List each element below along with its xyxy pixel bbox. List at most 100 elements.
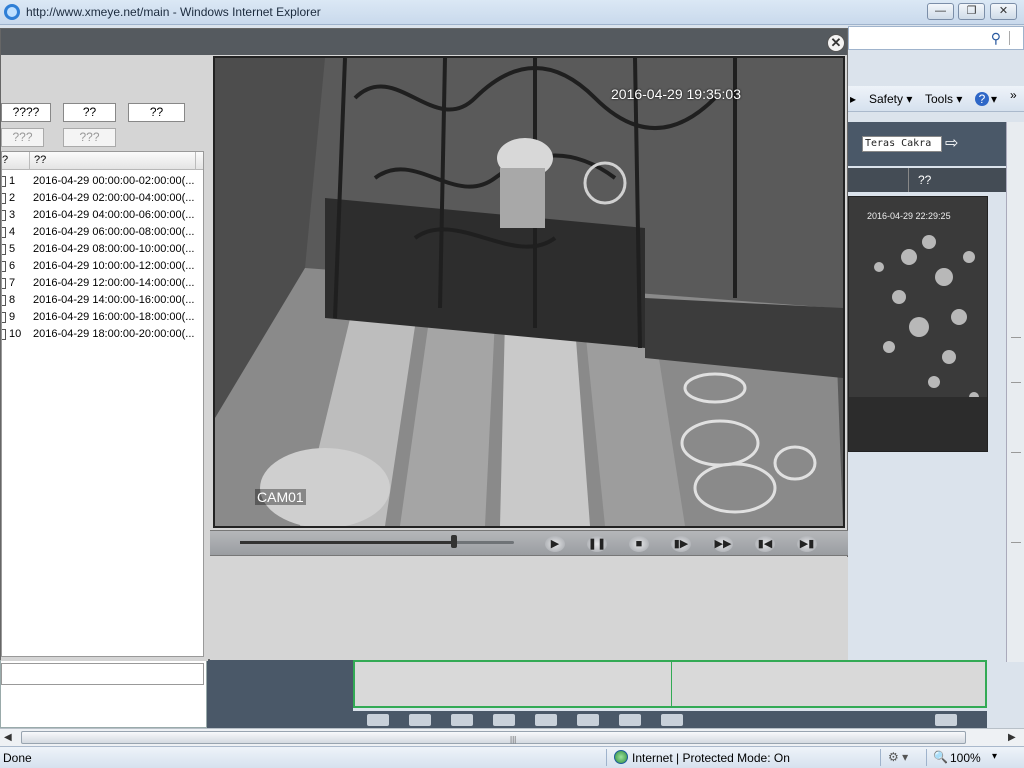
- command-more-button[interactable]: »: [1010, 88, 1017, 102]
- window-titlebar: http://www.xmeye.net/main - Windows Inte…: [0, 0, 1024, 25]
- status-divider: [880, 749, 881, 766]
- scroll-left-icon[interactable]: ◀: [4, 732, 12, 743]
- progress-thumb[interactable]: [450, 535, 457, 548]
- app-tab[interactable]: ??: [918, 173, 931, 187]
- next-page-button[interactable]: ???: [63, 128, 116, 147]
- row-number: 9: [9, 311, 16, 323]
- file-list-footer: [1, 663, 204, 685]
- file-list-header: ? ??: [2, 152, 203, 170]
- settings-icon[interactable]: [619, 714, 641, 726]
- row-checkbox[interactable]: [2, 312, 6, 323]
- next-file-button[interactable]: ▶▮: [797, 536, 817, 552]
- prev-page-button[interactable]: ???: [1, 128, 44, 147]
- row-checkbox[interactable]: [2, 295, 6, 306]
- column-divider[interactable]: [195, 152, 196, 170]
- video-image: [215, 58, 843, 526]
- playback-info-area: [210, 557, 848, 660]
- protected-mode-icon[interactable]: ⚙ ▾: [888, 750, 908, 764]
- row-time-range: 2016-04-29 10:00:00-12:00:00(...: [33, 260, 195, 272]
- row-checkbox[interactable]: [2, 176, 6, 187]
- row-number: 10: [9, 328, 22, 340]
- playback-video[interactable]: 2016-04-29 19:35:03 CAM01: [213, 56, 845, 528]
- row-time-range: 2016-04-29 04:00:00-06:00:00(...: [33, 209, 195, 221]
- status-text: Done: [3, 751, 32, 765]
- live-camera-image: [849, 197, 987, 451]
- horizontal-scrollbar[interactable]: ◀ ||| ▶: [0, 728, 1024, 746]
- previous-file-button[interactable]: ▮◀: [755, 536, 775, 552]
- search-button[interactable]: ????: [1, 103, 51, 122]
- dialog-close-button[interactable]: ✕: [827, 34, 845, 52]
- search-icon[interactable]: ⚲: [991, 30, 1001, 47]
- row-number: 6: [9, 260, 16, 272]
- play-button[interactable]: ▶: [545, 536, 565, 552]
- safety-menu[interactable]: Safety ▾: [869, 92, 912, 106]
- row-checkbox[interactable]: [2, 244, 6, 255]
- security-zone[interactable]: Internet | Protected Mode: On: [632, 751, 790, 765]
- scroll-right-icon[interactable]: ▶: [1008, 732, 1016, 743]
- camera-name-field[interactable]: Teras Cakra: [862, 136, 942, 152]
- file-row[interactable]: 5 2016-04-29 08:00:00-10:00:00(...: [2, 241, 203, 258]
- layout-single-icon[interactable]: [409, 714, 431, 726]
- ptz-icon[interactable]: [661, 714, 683, 726]
- step-frame-button[interactable]: ▮▶: [671, 536, 691, 552]
- file-row[interactable]: 1 2016-04-29 00:00:00-02:00:00(...: [2, 173, 203, 190]
- playback-icon[interactable]: [577, 714, 599, 726]
- row-checkbox[interactable]: [2, 227, 6, 238]
- file-row[interactable]: 7 2016-04-29 12:00:00-14:00:00(...: [2, 275, 203, 292]
- grid-divider: [671, 662, 672, 708]
- zoom-icon[interactable]: 🔍: [933, 750, 948, 764]
- panel-mark: [1011, 337, 1021, 338]
- zoom-dropdown-icon[interactable]: ▾: [992, 751, 997, 762]
- row-checkbox[interactable]: [2, 210, 6, 221]
- zoom-level[interactable]: 100%: [950, 751, 981, 765]
- download-button[interactable]: ??: [128, 103, 185, 122]
- file-row[interactable]: 8 2016-04-29 14:00:00-16:00:00(...: [2, 292, 203, 309]
- layout-quad-icon[interactable]: [451, 714, 473, 726]
- video-grid-panel: [353, 660, 987, 708]
- command-page-arrow[interactable]: ▸: [850, 92, 856, 106]
- row-number: 7: [9, 277, 16, 289]
- snapshot-icon[interactable]: [493, 714, 515, 726]
- app-tabbar: ??: [848, 168, 1006, 192]
- maximize-button[interactable]: ❐: [958, 3, 985, 20]
- column-header-number[interactable]: ?: [2, 154, 8, 166]
- row-time-range: 2016-04-29 16:00:00-18:00:00(...: [33, 311, 195, 323]
- search-box[interactable]: ⚲: [848, 26, 1024, 50]
- file-row[interactable]: 3 2016-04-29 04:00:00-06:00:00(...: [2, 207, 203, 224]
- volume-icon[interactable]: [935, 714, 957, 726]
- row-number: 8: [9, 294, 16, 306]
- bottom-toolbar: [353, 711, 987, 728]
- file-list: ? ?? 1 2016-04-29 00:00:00-02:00:00(... 2…: [1, 151, 204, 657]
- fast-forward-button[interactable]: ▶▶: [713, 536, 733, 552]
- column-header-time[interactable]: ??: [34, 154, 46, 166]
- minimize-button[interactable]: —: [927, 3, 954, 20]
- row-checkbox[interactable]: [2, 329, 6, 340]
- record-icon[interactable]: [535, 714, 557, 726]
- row-checkbox[interactable]: [2, 193, 6, 204]
- file-row[interactable]: 2 2016-04-29 02:00:00-04:00:00(...: [2, 190, 203, 207]
- tools-menu[interactable]: Tools ▾: [925, 92, 962, 106]
- logout-icon[interactable]: ⇨: [945, 133, 965, 152]
- fullscreen-icon[interactable]: [367, 714, 389, 726]
- row-checkbox[interactable]: [2, 278, 6, 289]
- bottom-middle-panel: [207, 660, 353, 728]
- scrollbar-thumb[interactable]: |||: [21, 731, 966, 744]
- live-timestamp: 2016-04-29 22:29:25: [867, 211, 951, 221]
- file-row[interactable]: 9 2016-04-29 16:00:00-18:00:00(...: [2, 309, 203, 326]
- live-camera-view[interactable]: 2016-04-29 22:29:25: [848, 196, 988, 452]
- stop-button[interactable]: ■: [629, 536, 649, 552]
- window-close-button[interactable]: ✕: [990, 3, 1017, 20]
- help-menu-arrow[interactable]: ▾: [991, 92, 997, 106]
- progress-slider[interactable]: [240, 541, 514, 544]
- row-checkbox[interactable]: [2, 261, 6, 272]
- row-number: 3: [9, 209, 16, 221]
- column-divider[interactable]: [29, 152, 30, 170]
- file-row[interactable]: 6 2016-04-29 10:00:00-12:00:00(...: [2, 258, 203, 275]
- pause-button[interactable]: ❚❚: [587, 536, 607, 552]
- right-side-panel: [1006, 122, 1024, 662]
- row-time-range: 2016-04-29 06:00:00-08:00:00(...: [33, 226, 195, 238]
- play-file-button[interactable]: ??: [63, 103, 116, 122]
- file-row[interactable]: 4 2016-04-29 06:00:00-08:00:00(...: [2, 224, 203, 241]
- file-row[interactable]: 10 2016-04-29 18:00:00-20:00:00(...: [2, 326, 203, 343]
- help-icon[interactable]: ?: [975, 92, 989, 106]
